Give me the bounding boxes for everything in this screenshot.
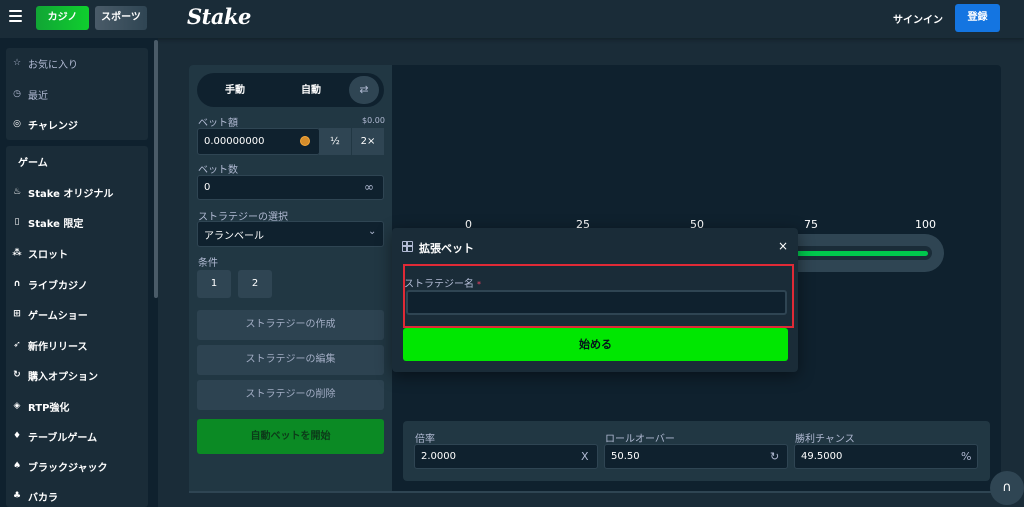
double-button[interactable]: 2× [352, 128, 384, 155]
bet-amount-usd: $0.00 [362, 116, 385, 125]
start-button[interactable]: 始める [403, 328, 788, 361]
drop-icon: ♦ [12, 431, 22, 441]
condition-1-button[interactable]: 1 [197, 270, 231, 298]
slider-tick: 100 [915, 218, 936, 231]
target-icon: ◎ [13, 119, 21, 129]
star-icon: ☆ [12, 58, 22, 68]
dice-slider-win-range [780, 251, 928, 256]
sidebar-item-blackjack[interactable]: ♠ ブラックジャック [12, 457, 108, 475]
sidebar-item-live-casino[interactable]: ∩ ライブカジノ [12, 275, 87, 293]
grid-icon [402, 241, 413, 252]
multiplier-label: 倍率 [415, 434, 435, 445]
rollover-label: ロールオーバー [605, 434, 675, 445]
menu-icon[interactable] [9, 10, 22, 22]
manual-tab[interactable]: 手動 [225, 81, 245, 96]
edit-strategy-button[interactable]: ストラテジーの編集 [197, 345, 384, 375]
bet-amount-label: ベット額 [198, 118, 238, 129]
sidebar-item-slots[interactable]: ⁂ スロット [12, 244, 68, 262]
flame-icon: ♨ [12, 187, 22, 197]
create-strategy-button[interactable]: ストラテジーの作成 [197, 310, 384, 340]
support-headset-icon[interactable]: ∩ [990, 471, 1024, 505]
sidebar-item-baccarat[interactable]: ♣ バカラ [12, 487, 58, 505]
refresh-icon: ↻ [13, 370, 21, 380]
game-footer [189, 491, 1001, 507]
gift-icon: ⊞ [13, 309, 21, 319]
modal-title: 拡張ベット [419, 242, 474, 255]
top-header: カジノ スポーツ Stake サインイン 登録 [0, 0, 1024, 38]
half-button[interactable]: ½ [319, 128, 351, 155]
headset-icon: ∩ [13, 279, 21, 289]
slider-tick: 75 [804, 218, 818, 231]
close-icon[interactable]: × [778, 239, 788, 253]
condition-label: 条件 [198, 258, 218, 269]
signin-link[interactable]: サインイン [893, 11, 943, 26]
condition-2-button[interactable]: 2 [238, 270, 272, 298]
infinity-icon: ∞ [364, 180, 374, 194]
sidebar-item-originals[interactable]: ♨ Stake オリジナル [12, 183, 113, 201]
casino-tab[interactable]: カジノ [36, 6, 89, 30]
sidebar-item-table-games[interactable]: ♦ テーブルゲーム [12, 427, 97, 445]
register-button[interactable]: 登録 [955, 4, 1000, 32]
bookmark-icon: ▯ [14, 217, 20, 227]
highlight-box [403, 264, 794, 328]
sidebar-item-recent[interactable]: ◷ 最近 [12, 85, 48, 103]
rocket-icon: ➶ [13, 340, 21, 350]
coin-icon [300, 136, 310, 146]
chevron-down-icon: ⌄ [368, 226, 377, 237]
stake-logo[interactable]: Stake [187, 4, 251, 29]
sidebar-scrollbar[interactable] [154, 40, 158, 298]
sidebar-item-game-show[interactable]: ⊞ ゲームショー [12, 305, 87, 323]
rtp-icon: ◈ [13, 401, 21, 411]
auto-tab[interactable]: 自動 [301, 81, 321, 96]
multiplier-x-icon: X [581, 450, 589, 463]
sidebar-item-challenge[interactable]: ◎ チャレンジ [12, 115, 78, 133]
bet-count-label: ベット数 [198, 165, 238, 176]
strategy-select[interactable]: アランベール [197, 221, 384, 247]
sidebar-item-exclusive[interactable]: ▯ Stake 限定 [12, 213, 84, 231]
win-chance-input[interactable]: 49.5000 [794, 444, 978, 469]
sports-tab[interactable]: スポーツ [95, 6, 147, 30]
sidebar-item-new-releases[interactable]: ➶ 新作リリース [12, 336, 87, 354]
slots-icon: ⁂ [12, 248, 22, 258]
delete-strategy-button[interactable]: ストラテジーの削除 [197, 380, 384, 410]
spade-icon: ♠ [12, 461, 22, 471]
win-chance-label: 勝利チャンス [795, 434, 855, 445]
shuffle-icon[interactable]: ⇄ [349, 76, 379, 104]
sidebar-section-title: ゲーム [18, 158, 48, 169]
multiplier-input[interactable]: 2.0000 [414, 444, 598, 469]
percent-icon: % [961, 450, 972, 463]
history-icon: ◷ [13, 89, 21, 99]
swap-icon[interactable]: ↻ [770, 450, 779, 463]
sidebar-item-rtp[interactable]: ◈ RTP強化 [12, 397, 70, 415]
rollover-input[interactable]: 50.50 [604, 444, 788, 469]
sidebar-item-buy-options[interactable]: ↻ 購入オプション [12, 366, 98, 384]
cards-icon: ♣ [12, 491, 22, 501]
start-autobet-button[interactable]: 自動ベットを開始 [197, 419, 384, 454]
bet-count-input[interactable]: 0 [197, 175, 384, 200]
sidebar-item-favorites[interactable]: ☆ お気に入り [12, 54, 78, 72]
